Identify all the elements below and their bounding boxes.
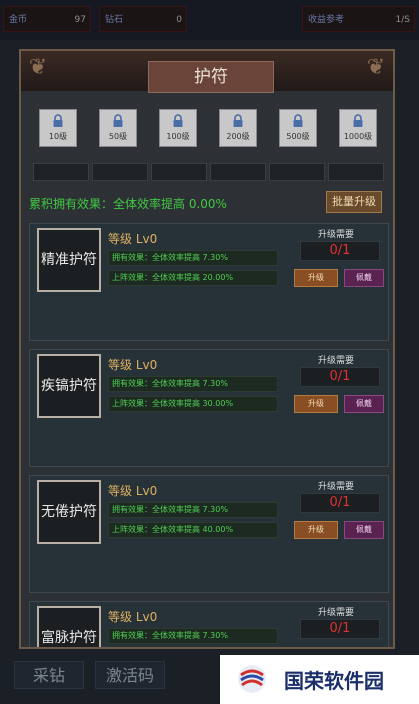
- equip-effect: 上阵效果：全体效率提高 20.00%: [108, 270, 278, 286]
- equip-slot[interactable]: [33, 163, 89, 181]
- lock-level-label: 10级: [48, 132, 68, 141]
- amulet-level: 等级 Lv0: [108, 232, 158, 246]
- lock-level-label: 50级: [108, 132, 128, 141]
- lock-level-label: 100级: [166, 132, 190, 141]
- amulet-level: 等级 Lv0: [108, 610, 158, 624]
- locked-slot[interactable]: 1000级: [339, 109, 377, 147]
- gold-counter: 金币 97: [3, 6, 91, 32]
- lock-level-label: 1000级: [343, 132, 373, 141]
- equip-effect: 上阵效果：全体效率提高 40.00%: [108, 522, 278, 538]
- upgrade-button[interactable]: 升级: [294, 269, 338, 287]
- equip-slot[interactable]: [92, 163, 148, 181]
- amulet-level: 等级 Lv0: [108, 484, 158, 498]
- amulet-card: 疾镐护符 等级 Lv0 拥有效果：全体效率提高 7.30% 上阵效果：全体效率提…: [29, 349, 389, 467]
- lock-level-label: 500级: [286, 132, 310, 141]
- amulet-card: 精准护符 等级 Lv0 拥有效果：全体效率提高 7.30% 上阵效果：全体效率提…: [29, 223, 389, 341]
- amulet-name[interactable]: 疾镐护符: [37, 354, 101, 418]
- watermark-logo-icon: [238, 665, 266, 693]
- watermark-text: 国荣软件园: [284, 669, 384, 693]
- locked-slot[interactable]: 10级: [39, 109, 77, 147]
- cumulative-effect-text: 累积拥有效果：全体效率提高 0.00%: [29, 197, 227, 211]
- own-effect: 拥有效果：全体效率提高 7.30%: [108, 628, 278, 644]
- lock-icon: [293, 114, 303, 127]
- wear-button[interactable]: 佩戴: [344, 521, 384, 539]
- equip-slots: [33, 163, 384, 183]
- upgrade-requirement-label: 升级需要: [318, 482, 355, 492]
- lock-icon: [53, 114, 63, 127]
- upgrade-requirement-label: 升级需要: [318, 608, 355, 618]
- diamond-value: 0: [176, 15, 182, 25]
- lock-icon: [173, 114, 183, 127]
- wear-button[interactable]: 佩戴: [344, 395, 384, 413]
- upgrade-count: 0/1: [300, 619, 380, 639]
- lock-level-label: 200级: [226, 132, 250, 141]
- locked-slot[interactable]: 50级: [99, 109, 137, 147]
- equip-slot[interactable]: [328, 163, 384, 181]
- upgrade-requirement-label: 升级需要: [318, 230, 355, 240]
- diamond-label: 钻石: [105, 15, 124, 25]
- amulet-level: 等级 Lv0: [108, 358, 158, 372]
- income-counter: 收益参考 1/S: [302, 6, 415, 32]
- watermark: 国荣软件园: [220, 655, 419, 704]
- amulet-name[interactable]: 精准护符: [37, 228, 101, 292]
- lock-icon: [113, 114, 123, 127]
- own-effect: 拥有效果：全体效率提高 7.30%: [108, 502, 278, 518]
- equip-slot[interactable]: [269, 163, 325, 181]
- lock-slots: 10级 50级 100级 200级 500级 1000级: [33, 109, 383, 151]
- amulet-card: 无倦护符 等级 Lv0 拥有效果：全体效率提高 7.30% 上阵效果：全体效率提…: [29, 475, 389, 593]
- upgrade-button[interactable]: 升级: [294, 521, 338, 539]
- diamond-counter: 钻石 0: [99, 6, 187, 32]
- mine-button[interactable]: 采钻: [14, 661, 84, 689]
- amulet-panel: ❦ ❦ 护符 10级 50级 100级 200级 500级 1000级 累积拥有…: [19, 49, 395, 649]
- gold-label: 金币: [9, 15, 28, 25]
- equip-slot[interactable]: [151, 163, 207, 181]
- upgrade-count: 0/1: [300, 367, 380, 387]
- upgrade-button[interactable]: 升级: [294, 395, 338, 413]
- lock-icon: [353, 114, 363, 127]
- locked-slot[interactable]: 100级: [159, 109, 197, 147]
- own-effect: 拥有效果：全体效率提高 7.30%: [108, 376, 278, 392]
- amulet-name[interactable]: 无倦护符: [37, 480, 101, 544]
- wear-button[interactable]: 佩戴: [344, 269, 384, 287]
- own-effect: 拥有效果：全体效率提高 7.30%: [108, 250, 278, 266]
- top-bar: 金币 97 钻石 0 收益参考 1/S: [0, 0, 419, 40]
- upgrade-count: 0/1: [300, 241, 380, 261]
- equip-slot[interactable]: [210, 163, 266, 181]
- corner-ornament-icon: ❦: [28, 55, 48, 80]
- locked-slot[interactable]: 500级: [279, 109, 317, 147]
- activation-code-button[interactable]: 激活码: [95, 661, 165, 689]
- equip-effect: 上阵效果：全体效率提高 30.00%: [108, 396, 278, 412]
- upgrade-count: 0/1: [300, 493, 380, 513]
- locked-slot[interactable]: 200级: [219, 109, 257, 147]
- batch-upgrade-button[interactable]: 批量升级: [326, 191, 382, 213]
- gold-value: 97: [74, 15, 86, 25]
- upgrade-requirement-label: 升级需要: [318, 356, 355, 366]
- amulet-name[interactable]: 富脉护符: [37, 606, 101, 647]
- corner-ornament-icon: ❦: [366, 55, 386, 80]
- amulet-card: 富脉护符 等级 Lv0 拥有效果：全体效率提高 7.30% 升级需要 0/1: [29, 601, 389, 647]
- income-label: 收益参考: [308, 15, 345, 25]
- lock-icon: [233, 114, 243, 127]
- panel-title: 护符: [148, 61, 274, 93]
- income-value: 1/S: [395, 15, 410, 25]
